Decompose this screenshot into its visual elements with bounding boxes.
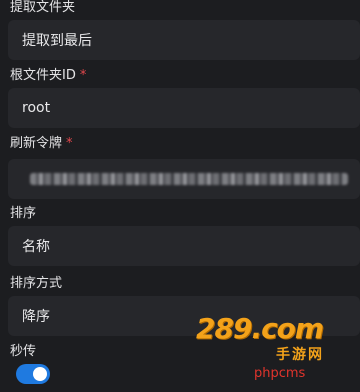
root-folder-id-value: root — [22, 100, 51, 116]
extract-folder-select[interactable]: 提取到最后 — [8, 20, 360, 60]
root-folder-id-label-text: 根文件夹ID — [10, 68, 76, 83]
rapid-upload-label-text: 秒传 — [10, 344, 37, 359]
watermark-subtitle: 手游网 — [276, 347, 324, 363]
sort-label-text: 排序 — [10, 206, 37, 221]
extract-folder-label-text: 提取文件夹 — [10, 0, 76, 15]
refresh-token-label: 刷新令牌 * — [10, 136, 73, 152]
site-watermark: 289.com 手游网 phpcms — [196, 312, 346, 388]
sort-label: 排序 — [10, 206, 36, 222]
sort-select[interactable]: 名称 — [8, 226, 360, 266]
sort-direction-value: 降序 — [22, 309, 50, 325]
watermark-logo: 289.com — [196, 312, 324, 345]
toggle-knob — [33, 367, 47, 381]
extract-folder-label: 提取文件夹 — [10, 0, 75, 16]
refresh-token-label-text: 刷新令牌 — [10, 136, 63, 151]
refresh-token-input[interactable] — [8, 159, 360, 199]
sort-value: 名称 — [22, 239, 50, 255]
blurred-token-value — [30, 173, 348, 185]
storage-settings-form: 提取文件夹 提取到最后 根文件夹ID * root 刷新令牌 * 排序 名称 排序方… — [0, 0, 360, 392]
rapid-upload-label: 秒传 — [10, 344, 36, 360]
required-marker: * — [79, 68, 87, 83]
watermark-text: phpcms — [254, 366, 306, 381]
sort-direction-label: 排序方式 — [10, 276, 62, 292]
rapid-upload-toggle[interactable] — [16, 364, 50, 384]
required-marker: * — [66, 136, 73, 151]
sort-direction-label-text: 排序方式 — [10, 276, 63, 291]
root-folder-id-input[interactable]: root — [8, 88, 360, 128]
root-folder-id-label: 根文件夹ID * — [10, 68, 86, 84]
extract-folder-value: 提取到最后 — [22, 33, 92, 49]
